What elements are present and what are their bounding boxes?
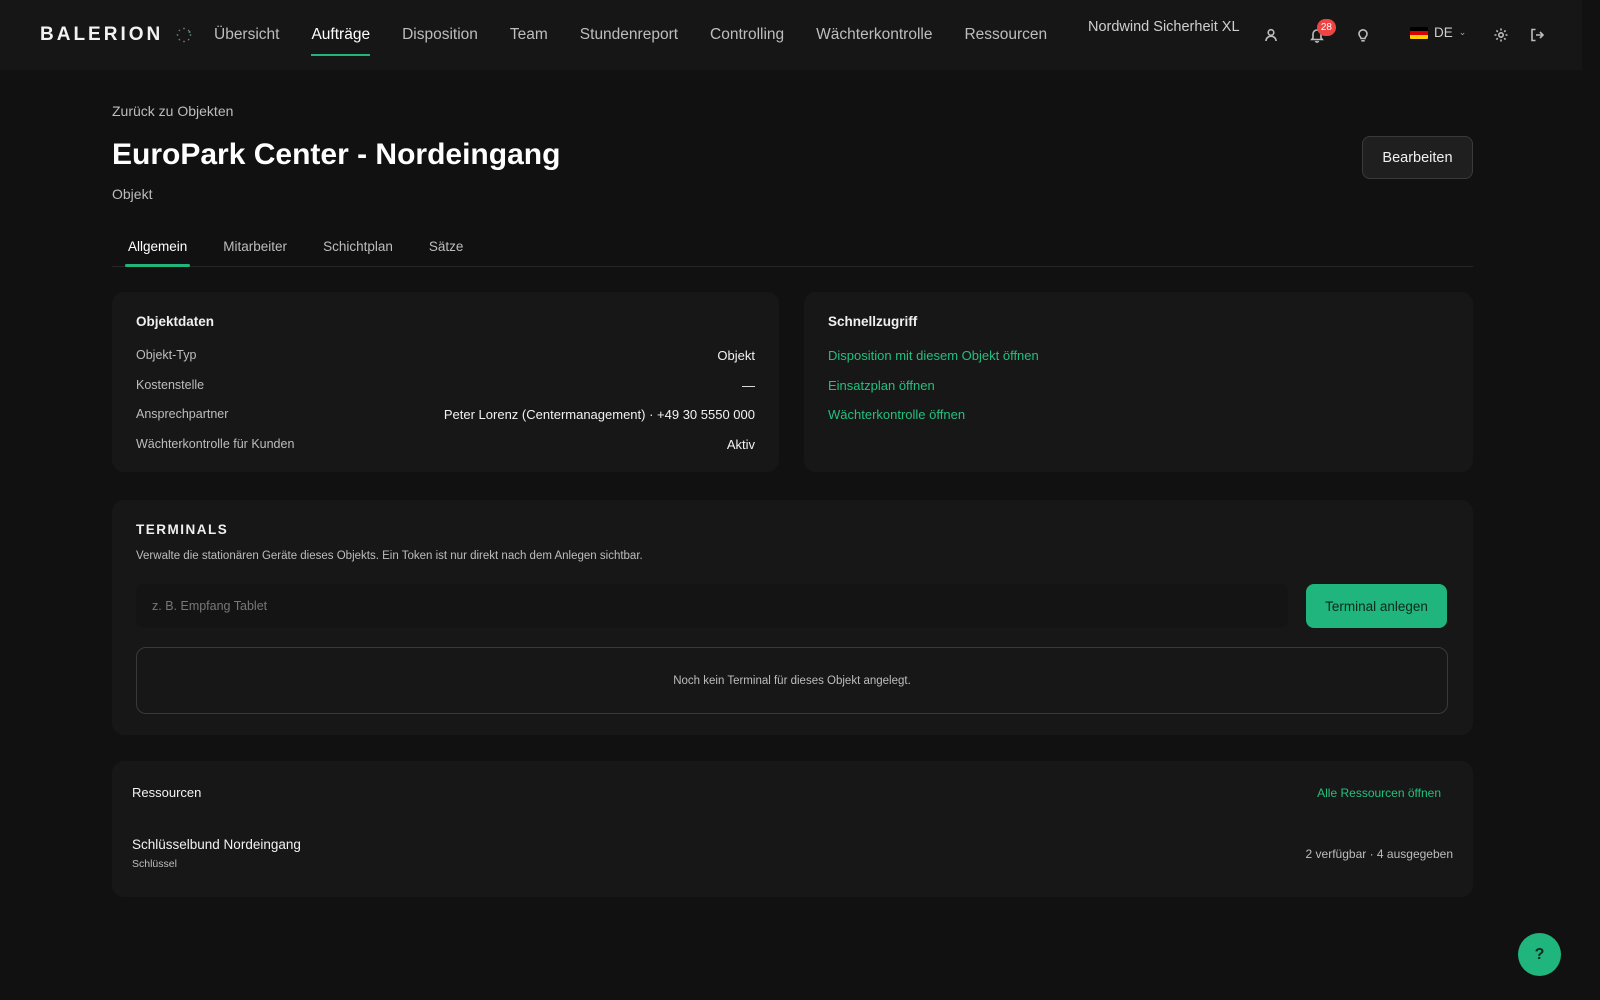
resources-title: Ressourcen xyxy=(132,785,202,800)
german-flag-icon xyxy=(1410,26,1428,39)
object-data-title: Objektdaten xyxy=(136,314,215,329)
create-terminal-button[interactable]: Terminal anlegen xyxy=(1306,584,1447,628)
quick-access-title: Schnellzugriff xyxy=(828,314,918,329)
terminals-empty-state: Noch kein Terminal für dieses Objekt ang… xyxy=(136,647,1448,714)
tab-saetze[interactable]: Sätze xyxy=(413,226,480,266)
page-subtitle: Objekt xyxy=(112,186,153,202)
open-deployment-plan-link[interactable]: Einsatzplan öffnen xyxy=(828,378,935,393)
logout-icon[interactable] xyxy=(1526,24,1548,46)
back-to-objects-link[interactable]: Zurück zu Objekten xyxy=(112,103,233,119)
logo-text: BALERION xyxy=(40,24,164,45)
top-navigation-bar: BALERION Übersicht Aufträge Disposition … xyxy=(0,0,1582,70)
object-data-card: Objektdaten Objekt-Typ Objekt Kostenstel… xyxy=(112,292,779,472)
terminals-description: Verwalte die stationären Geräte dieses O… xyxy=(136,550,643,562)
open-guard-control-link[interactable]: Wächterkontrolle öffnen xyxy=(828,407,965,422)
object-data-row: Wächterkontrolle für Kunden Aktiv xyxy=(136,437,755,452)
cost-center-label: Kostenstelle xyxy=(136,378,205,392)
resource-name: Schlüsselbund Nordeingang xyxy=(132,837,301,852)
lightbulb-icon[interactable] xyxy=(1352,24,1374,46)
main-nav: Übersicht Aufträge Disposition Team Stun… xyxy=(214,0,1079,70)
nav-item-uebersicht[interactable]: Übersicht xyxy=(214,0,279,70)
object-data-row: Kostenstelle — xyxy=(136,378,755,393)
tab-schichtplan[interactable]: Schichtplan xyxy=(307,226,409,266)
tab-allgemein[interactable]: Allgemein xyxy=(112,226,203,267)
object-tabs: Allgemein Mitarbeiter Schichtplan Sätze xyxy=(112,226,1473,267)
contact-person-label: Ansprechpartner xyxy=(136,407,229,421)
object-data-row: Objekt-Typ Objekt xyxy=(136,348,755,363)
nav-item-team[interactable]: Team xyxy=(510,0,548,70)
language-selector[interactable]: DE ⌄ xyxy=(1410,25,1466,40)
chevron-down-icon: ⌄ xyxy=(1458,27,1467,37)
guard-control-value: Aktiv xyxy=(726,437,755,452)
user-icon[interactable] xyxy=(1260,24,1282,46)
quick-access-card: Schnellzugriff Disposition mit diesem Ob… xyxy=(804,292,1473,472)
object-data-row: Ansprechpartner Peter Lorenz (Centermana… xyxy=(136,407,755,422)
terminals-empty-text: Noch kein Terminal für dieses Objekt ang… xyxy=(673,674,911,687)
resources-card: Ressourcen Alle Ressourcen öffnen Schlüs… xyxy=(112,761,1473,897)
terminals-title: TERMINALS xyxy=(136,522,229,537)
edit-button[interactable]: Bearbeiten xyxy=(1362,136,1473,179)
terminal-name-input[interactable] xyxy=(136,584,1288,628)
app-logo[interactable]: BALERION xyxy=(40,24,193,46)
tab-mitarbeiter[interactable]: Mitarbeiter xyxy=(207,226,303,266)
open-disposition-link[interactable]: Disposition mit diesem Objekt öffnen xyxy=(828,348,1039,363)
contact-person-value: Peter Lorenz (Centermanagement) · +49 30… xyxy=(443,407,755,422)
nav-item-ressourcen[interactable]: Ressourcen xyxy=(964,0,1047,70)
cost-center-value: — xyxy=(742,378,755,393)
open-all-resources-link[interactable]: Alle Ressourcen öffnen xyxy=(1317,786,1441,800)
object-type-value: Objekt xyxy=(717,348,755,363)
nav-item-waechterkontrolle[interactable]: Wächterkontrolle xyxy=(816,0,932,70)
object-type-label: Objekt-Typ xyxy=(136,348,197,362)
nav-item-stundenreport[interactable]: Stundenreport xyxy=(580,0,678,70)
resource-availability: 2 verfügbar · 4 ausgegeben xyxy=(1305,847,1453,861)
resource-type: Schlüssel xyxy=(132,858,177,870)
nav-item-controlling[interactable]: Controlling xyxy=(710,0,784,70)
language-code: DE xyxy=(1434,25,1453,40)
nav-item-disposition[interactable]: Disposition xyxy=(402,0,478,70)
terminals-card: TERMINALS Verwalte die stationären Gerät… xyxy=(112,500,1473,735)
bell-icon[interactable]: 28 xyxy=(1306,19,1336,46)
company-name[interactable]: Nordwind Sicherheit XL xyxy=(1088,19,1240,35)
nav-item-auftraege[interactable]: Aufträge xyxy=(311,0,370,70)
gear-icon[interactable] xyxy=(1490,24,1512,46)
help-button[interactable]: ? xyxy=(1518,933,1561,976)
logo-sparkle-icon xyxy=(176,27,192,43)
page-title: EuroPark Center - Nordeingang xyxy=(112,138,561,171)
guard-control-label: Wächterkontrolle für Kunden xyxy=(136,437,295,451)
notification-badge: 28 xyxy=(1316,19,1336,36)
